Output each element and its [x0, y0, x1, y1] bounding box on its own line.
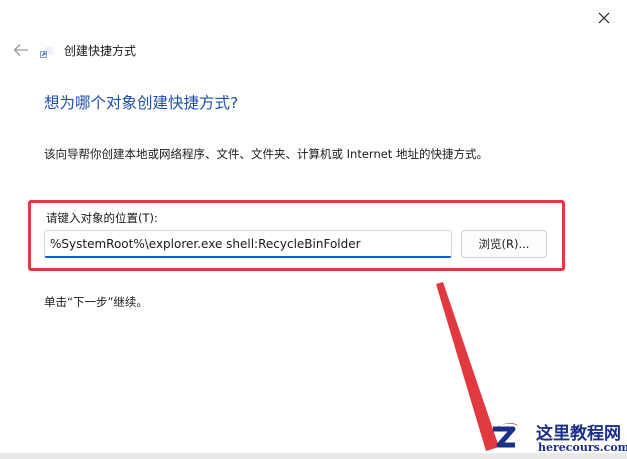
location-input[interactable] — [44, 230, 452, 258]
create-shortcut-dialog: 创建快捷方式 想为哪个对象创建快捷方式? 该向导帮你创建本地或网络程序、文件、文… — [0, 0, 627, 459]
next-step-hint: 单击“下一步”继续。 — [44, 295, 148, 309]
browse-button[interactable]: 浏览(R)... — [461, 230, 547, 258]
shortcut-icon — [40, 47, 53, 58]
location-label: 请键入对象的位置(T): — [46, 211, 158, 225]
close-icon — [598, 12, 610, 24]
wizard-description: 该向导帮你创建本地或网络程序、文件、文件夹、计算机或 Internet 地址的快… — [44, 147, 488, 161]
back-arrow-icon — [13, 44, 28, 56]
page-heading: 想为哪个对象创建快捷方式? — [44, 94, 239, 112]
watermark: 这里教程网 herecours.com — [480, 413, 627, 459]
close-button[interactable] — [588, 4, 620, 32]
watermark-logo-icon — [486, 423, 519, 448]
watermark-url: herecours.com — [538, 441, 627, 454]
back-button[interactable] — [8, 38, 34, 62]
window-title: 创建快捷方式 — [64, 44, 137, 58]
